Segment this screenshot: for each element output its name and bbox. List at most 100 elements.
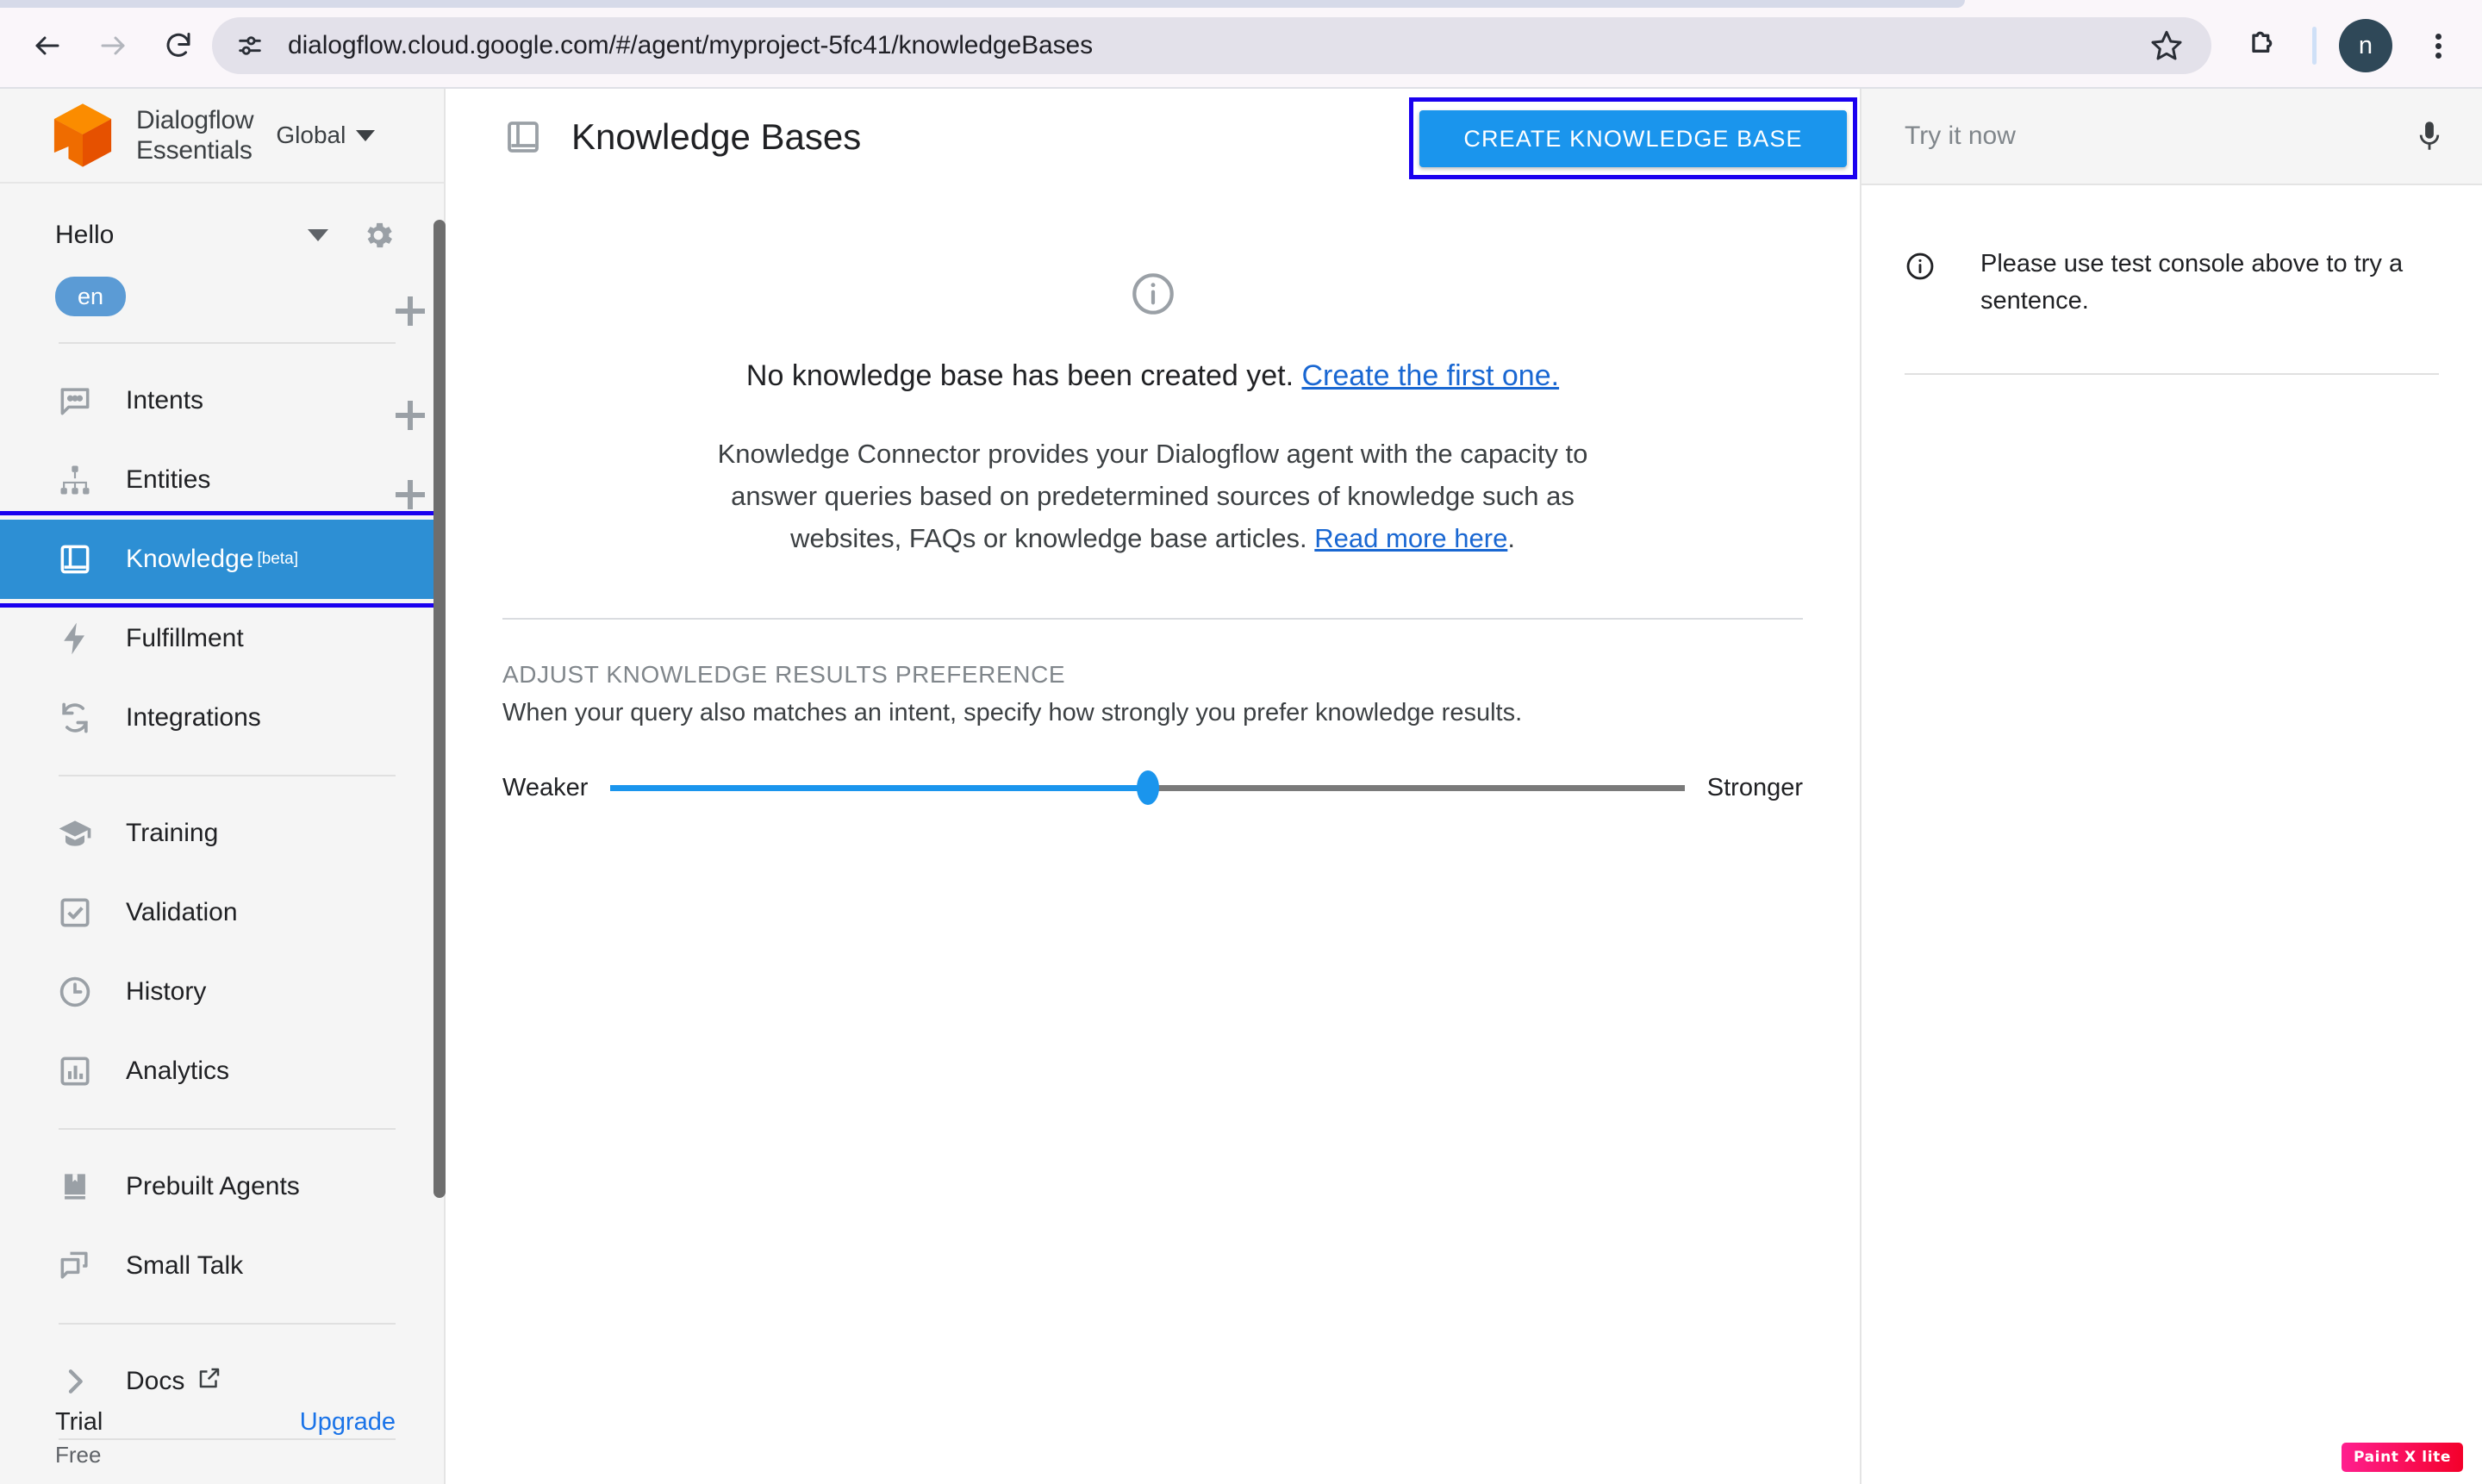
trial-block: Trial Upgrade Free (0, 1408, 444, 1484)
sidebar-item-fulfillment[interactable]: Fulfillment (0, 599, 444, 678)
checkbox-icon (55, 893, 95, 932)
language-chip-en[interactable]: en (55, 277, 127, 316)
description-part-2: . (1507, 523, 1515, 553)
graduation-cap-icon (55, 814, 95, 853)
create-knowledge-base-button[interactable]: CREATE KNOWLEDGE BASE (1419, 110, 1847, 167)
active-tab[interactable] (0, 0, 1965, 8)
beta-badge: [beta] (257, 550, 298, 568)
language-row: en (0, 268, 444, 325)
sidebar-item-analytics[interactable]: Analytics (0, 1032, 444, 1111)
try-it-now-input[interactable]: Try it now (1905, 122, 2411, 151)
agent-name: Hello (55, 221, 115, 249)
clock-icon (55, 972, 95, 1012)
gear-icon[interactable] (361, 218, 396, 253)
chrome-menu-button[interactable] (2411, 19, 2465, 72)
forward-arrow-icon (101, 36, 125, 55)
sidebar-item-entities[interactable]: Entities (0, 440, 444, 520)
try-it-now-body: Please use test console above to try a s… (1862, 185, 2482, 375)
brand-header: Dialogflow Essentials Global (0, 89, 444, 184)
extensions-icon[interactable] (2236, 19, 2290, 72)
sidebar-divider (59, 1128, 396, 1130)
entity-tree-icon (55, 460, 95, 500)
upgrade-link[interactable]: Upgrade (300, 1408, 396, 1437)
paint-x-lite-watermark: Paint X lite (2342, 1443, 2463, 1472)
knowledge-preference-slider[interactable]: Weaker Stronger (447, 770, 1858, 805)
trial-subtitle: Free (55, 1442, 102, 1468)
main-content: Knowledge Bases CREATE KNOWLEDGE BASE No… (447, 89, 1858, 1484)
sidebar-item-label: Integrations (126, 703, 261, 732)
sidebar-divider (59, 775, 396, 776)
dialogflow-logo-icon (53, 103, 112, 167)
settings-gear-glyph (367, 222, 392, 248)
bolt-icon (55, 619, 95, 658)
browser-chrome: dialogflow.cloud.google.com/#/agent/mypr… (0, 0, 2482, 89)
sidebar-item-label: Validation (126, 898, 238, 926)
page-header: Knowledge Bases CREATE KNOWLEDGE BASE (447, 89, 1858, 185)
try-it-now-header: Try it now (1862, 89, 2482, 185)
trial-title: Trial (55, 1408, 103, 1436)
url-text[interactable]: dialogflow.cloud.google.com/#/agent/mypr… (288, 31, 2142, 60)
sidebar-scrollbar[interactable] (433, 220, 446, 1198)
sidebar-item-small-talk[interactable]: Small Talk (0, 1226, 444, 1306)
speech-bubbles-icon (55, 1246, 95, 1286)
bar-chart-icon (55, 1051, 95, 1091)
reload-icon (166, 33, 190, 57)
sidebar-divider (59, 1323, 396, 1325)
create-first-one-link[interactable]: Create the first one. (1301, 359, 1559, 392)
sidebar-item-history[interactable]: History (0, 952, 444, 1032)
sidebar-item-label: Analytics (126, 1057, 230, 1085)
external-link-icon (196, 1365, 222, 1398)
section-divider (502, 618, 1803, 620)
sidebar-item-label: Fulfillment (126, 624, 244, 652)
brand-name: Dialogflow Essentials (115, 105, 254, 165)
try-it-now-message-row: Please use test console above to try a s… (1905, 246, 2439, 320)
chevron-down-icon[interactable] (308, 229, 328, 241)
slider-thumb[interactable] (1136, 770, 1159, 805)
toolbar-divider (2312, 27, 2317, 65)
sidebar-item-intents[interactable]: Intents (0, 361, 444, 440)
info-circle-icon (1905, 251, 1936, 282)
sidebar-item-label: Intents (126, 386, 204, 415)
try-it-now-message: Please use test console above to try a s… (1980, 250, 2404, 315)
preference-heading: ADJUST KNOWLEDGE RESULTS PREFERENCE (502, 661, 1066, 688)
microphone-icon[interactable] (2411, 116, 2448, 156)
empty-state-message: No knowledge base has been created yet. … (447, 359, 1858, 393)
back-button[interactable] (21, 19, 74, 72)
brand-line-2: Essentials (136, 136, 253, 165)
sidebar-item-training[interactable]: Training (0, 794, 444, 873)
chat-bubble-icon (55, 381, 95, 421)
profile-avatar[interactable]: n (2339, 19, 2392, 72)
puzzle-piece-icon (2252, 31, 2273, 53)
address-bar[interactable]: dialogflow.cloud.google.com/#/agent/mypr… (212, 17, 2211, 74)
knowledge-connector-description: Knowledge Connector provides your Dialog… (696, 433, 1610, 559)
read-more-here-link[interactable]: Read more here (1314, 523, 1507, 553)
try-it-now-divider (1905, 373, 2439, 375)
slider-max-label: Stronger (1706, 773, 1803, 801)
site-info-icon[interactable] (234, 30, 265, 61)
bookmark-star-icon[interactable] (2142, 22, 2191, 70)
dialogflow-app: Dialogflow Essentials Global Hello en In… (0, 89, 2482, 1484)
region-label: Global (276, 122, 346, 148)
sidebar-item-label: Prebuilt Agents (126, 1172, 300, 1200)
chevron-right-icon (55, 1362, 95, 1401)
sidebar-item-validation[interactable]: Validation (0, 873, 444, 952)
sync-icon (55, 698, 95, 738)
agent-selector[interactable]: Hello (0, 203, 444, 268)
book-icon (502, 116, 544, 158)
slider-track-fill (610, 785, 1148, 791)
sidebar-item-knowledge[interactable]: Knowledge [beta] (0, 520, 444, 599)
sidebar-item-prebuilt-agents[interactable]: Prebuilt Agents (0, 1147, 444, 1226)
browser-right-actions: n (2236, 9, 2482, 83)
reload-button[interactable] (152, 19, 205, 72)
forward-button[interactable] (86, 19, 140, 72)
sidebar-item-label: Knowledge (126, 545, 254, 573)
sidebar-item-label: Docs (126, 1367, 185, 1395)
try-it-now-panel: Try it now Please use test console above… (1860, 89, 2482, 1484)
empty-state: No knowledge base has been created yet. … (447, 185, 1858, 559)
info-circle-icon (1129, 270, 1177, 318)
tune-icon (239, 36, 261, 55)
slider-track[interactable] (610, 770, 1685, 805)
menu-dot (2435, 42, 2441, 49)
sidebar-item-integrations[interactable]: Integrations (0, 678, 444, 758)
region-selector[interactable]: Global (276, 122, 376, 149)
